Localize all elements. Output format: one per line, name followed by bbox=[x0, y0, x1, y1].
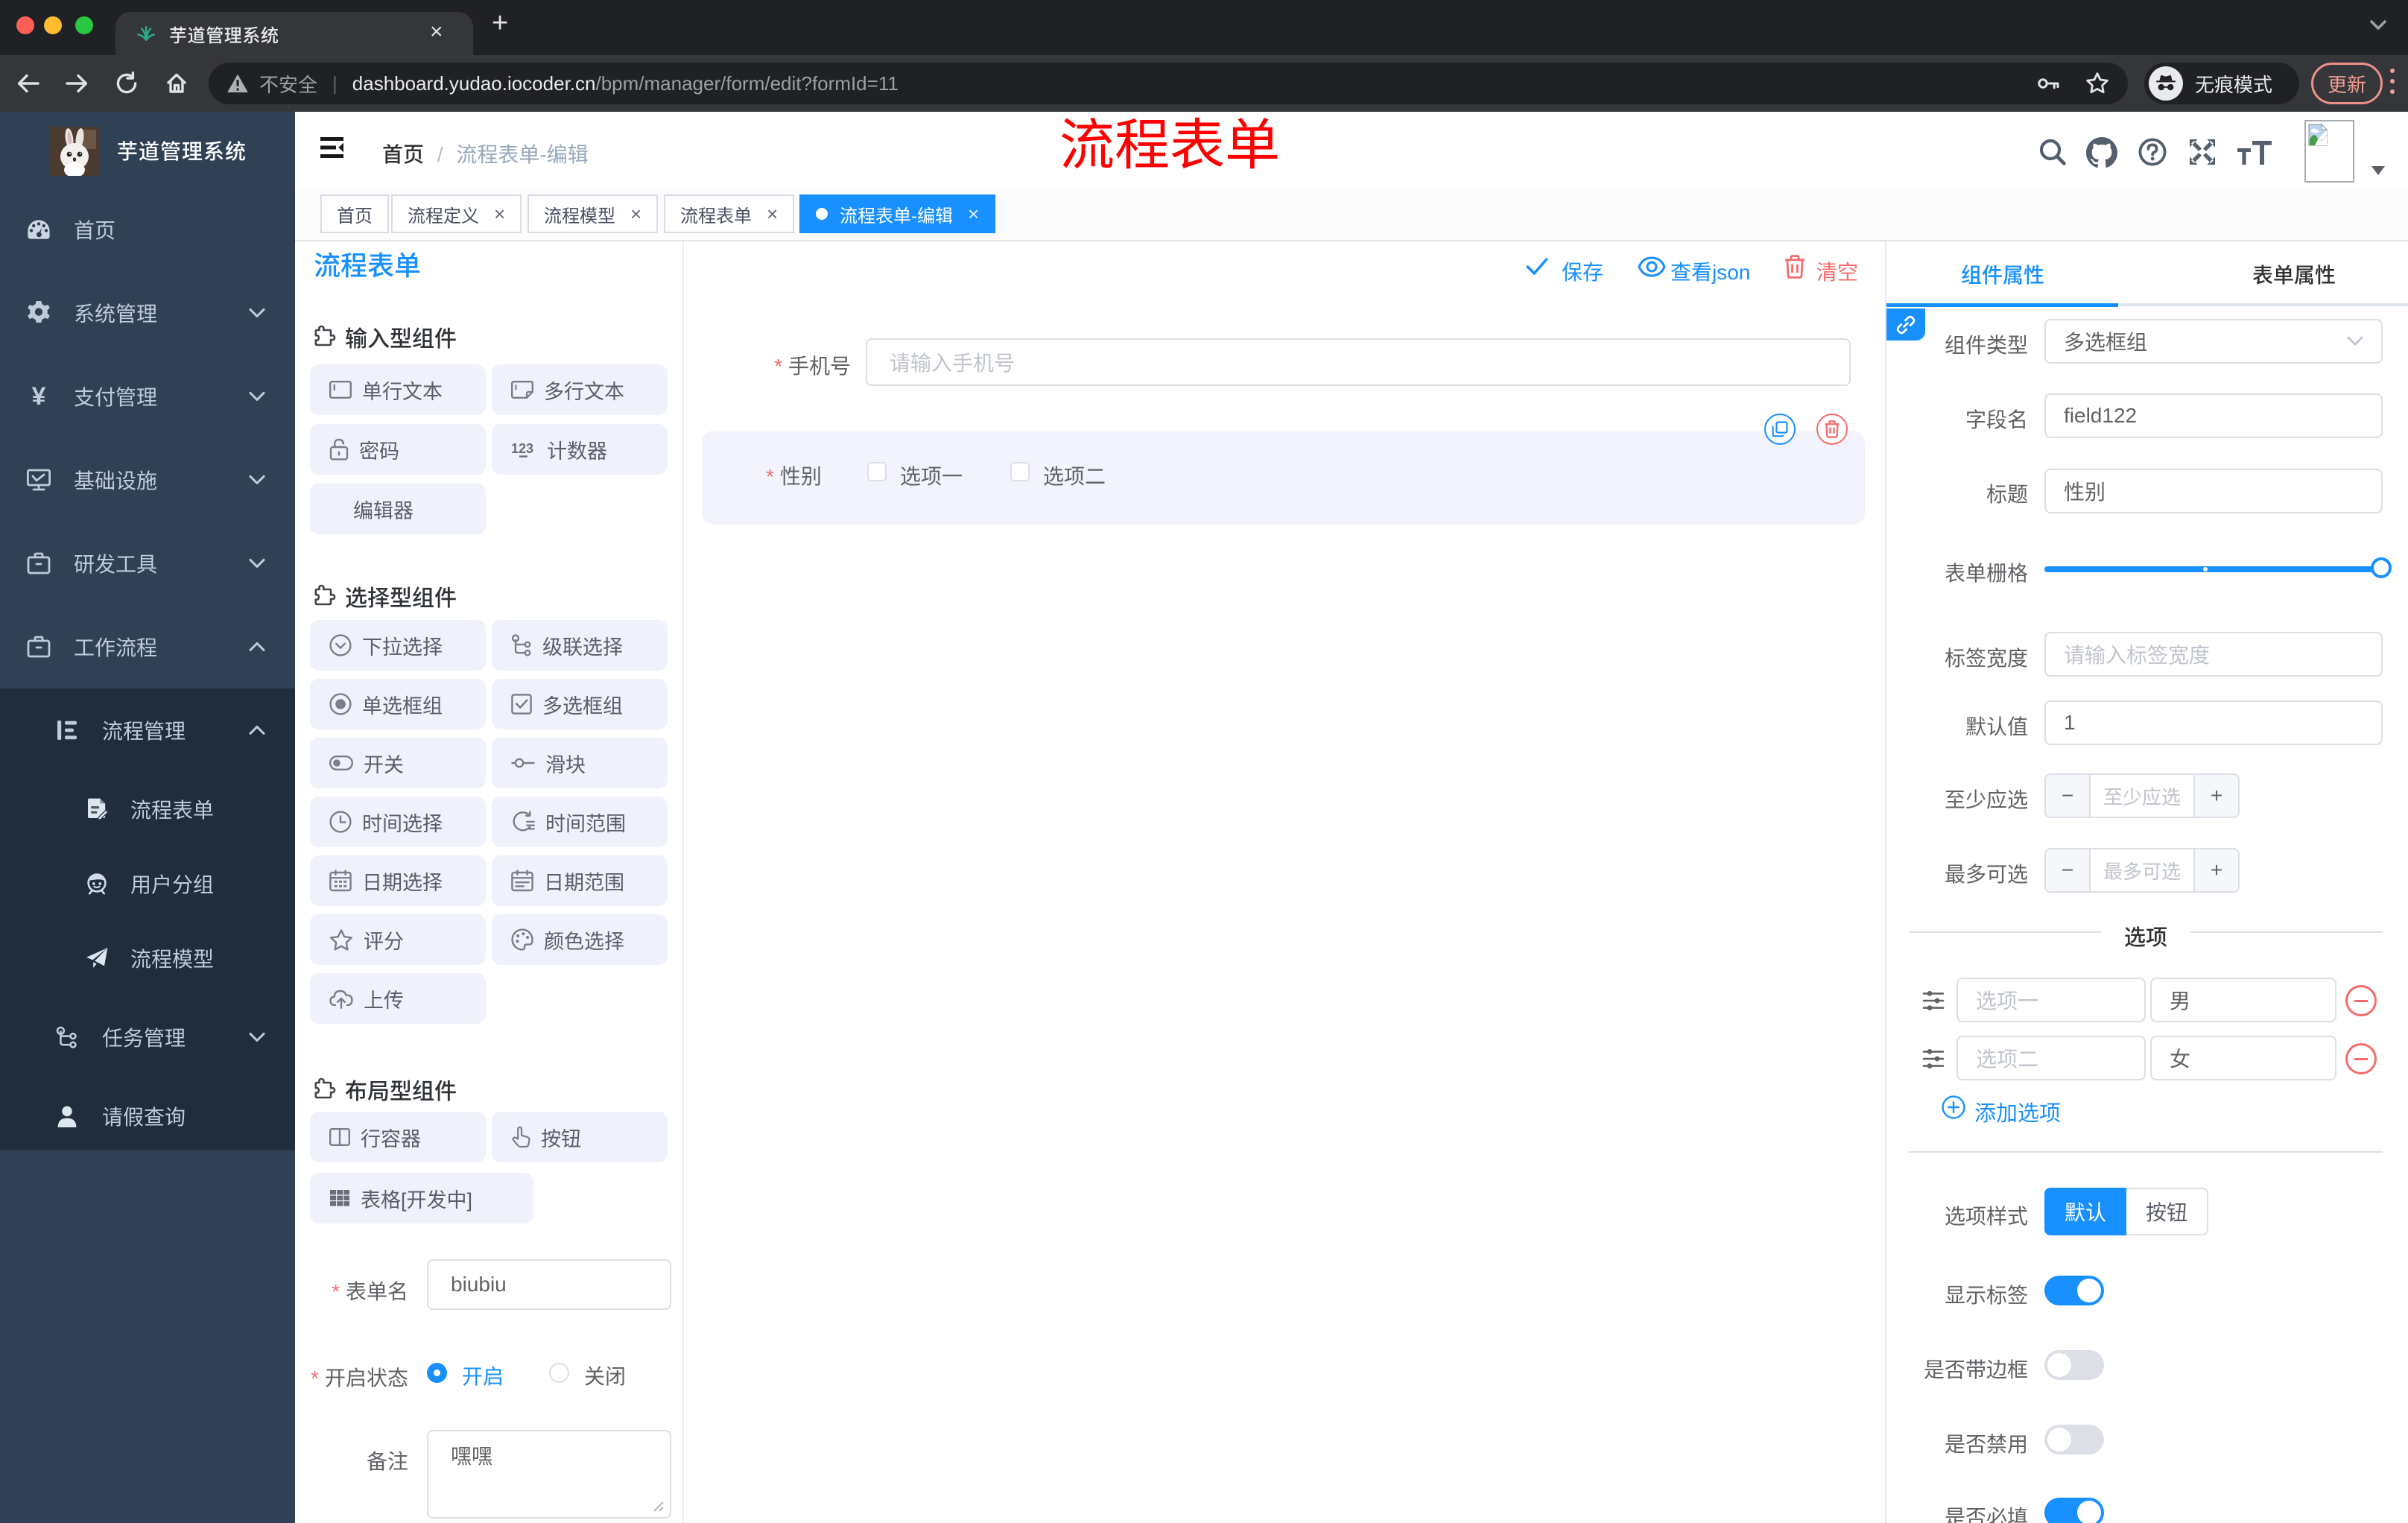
svg-text:123: 123 bbox=[511, 441, 533, 456]
